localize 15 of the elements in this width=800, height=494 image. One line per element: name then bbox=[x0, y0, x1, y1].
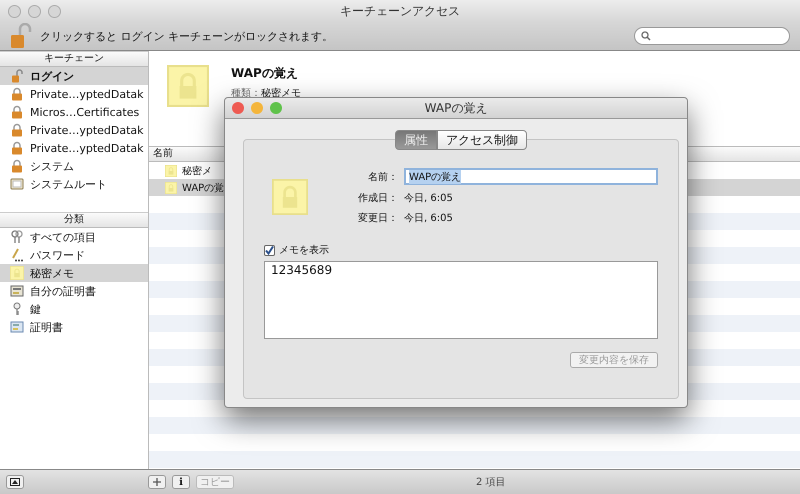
item-count: 2 項目 bbox=[476, 476, 506, 489]
field-label: 作成日： bbox=[357, 192, 398, 205]
kind-value: 秘密メモ bbox=[261, 88, 301, 99]
field-label: 変更日： bbox=[357, 212, 398, 225]
kind-label: 種類： bbox=[231, 88, 261, 99]
field-value: 今日, 6:05 bbox=[404, 192, 453, 205]
section-header: 分類 bbox=[0, 212, 148, 228]
lock-message: クリックすると ログイン キーチェーンがロックされます。 bbox=[40, 28, 334, 44]
section-header: キーチェーン bbox=[0, 51, 148, 67]
item-name: WAPの覚え bbox=[231, 65, 299, 82]
dialog-title: WAPの覚え bbox=[424, 100, 488, 116]
field-value: 今日, 6:05 bbox=[404, 212, 453, 225]
checkbox-label: メモを表示 bbox=[279, 244, 329, 257]
field-label: 名前： bbox=[367, 170, 398, 184]
window-title: キーチェーンアクセス bbox=[340, 2, 460, 20]
